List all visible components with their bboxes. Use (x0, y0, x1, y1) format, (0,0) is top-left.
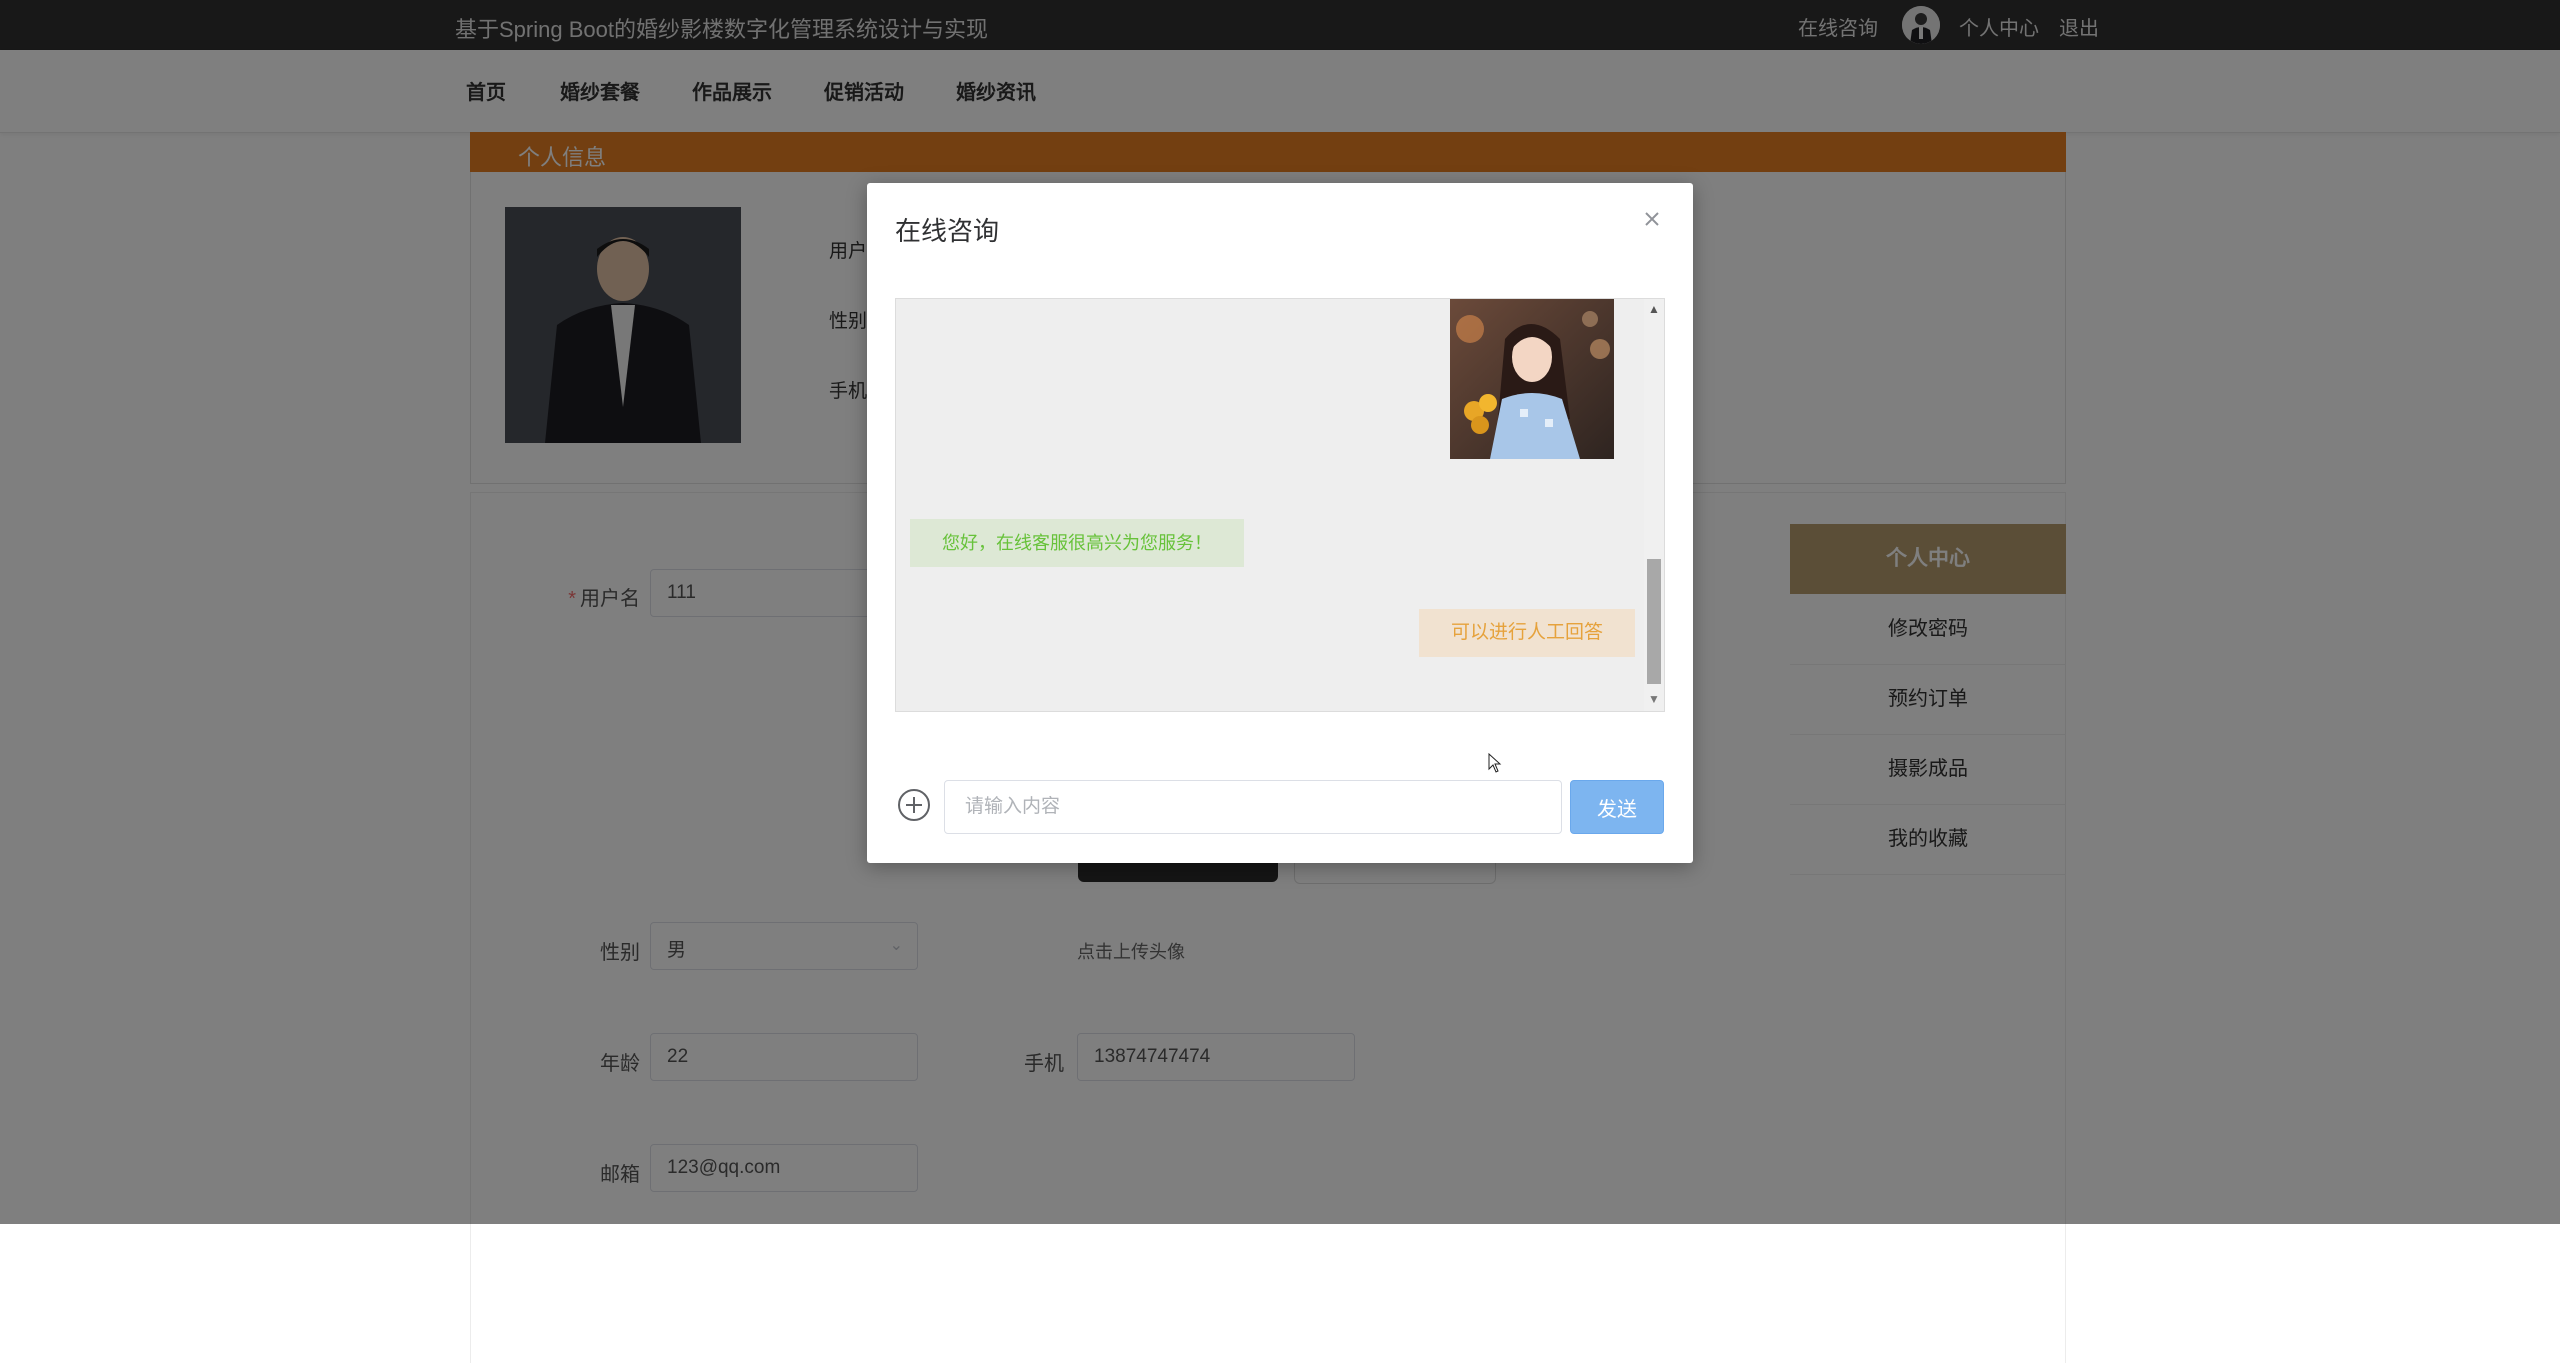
chat-messages[interactable]: 您好，在线客服很高兴为您服务！ 可以进行人工回答 ▲ ▼ (895, 298, 1665, 712)
mouse-cursor-icon (1488, 752, 1502, 778)
service-message: 您好，在线客服很高兴为您服务！ (910, 519, 1244, 567)
scroll-down-icon[interactable]: ▼ (1648, 693, 1660, 705)
chat-image-message[interactable] (1450, 299, 1614, 459)
user-message: 可以进行人工回答 (1419, 609, 1636, 657)
chat-input[interactable] (944, 780, 1562, 834)
send-button[interactable]: 发送 (1570, 780, 1664, 834)
online-consult-dialog: 在线咨询 您好，在线客服很高兴为您服务！ 可以进行人工回答 ▲ ▼ 请输入内容 … (867, 183, 1693, 863)
scroll-thumb[interactable] (1647, 559, 1661, 684)
scroll-up-icon[interactable]: ▲ (1648, 303, 1660, 315)
chat-scrollbar[interactable]: ▲ ▼ (1644, 299, 1664, 711)
close-icon[interactable] (1640, 207, 1664, 231)
dialog-title: 在线咨询 (895, 216, 1000, 246)
add-attachment-icon[interactable] (897, 788, 931, 822)
